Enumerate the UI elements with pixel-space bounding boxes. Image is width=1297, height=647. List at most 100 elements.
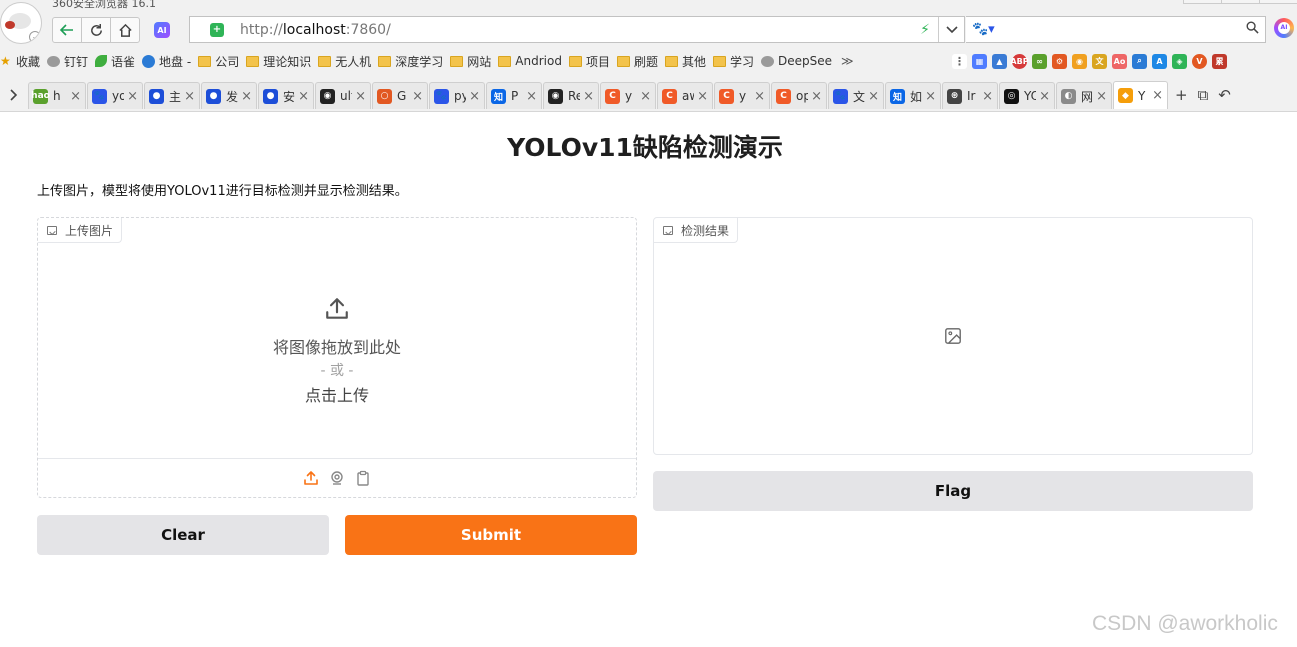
- bookmark-item[interactable]: 地盘 -: [142, 53, 191, 70]
- browser-tab[interactable]: Cy ×: [600, 82, 656, 109]
- search-icon[interactable]: [1246, 21, 1259, 38]
- webcam-source-icon[interactable]: [329, 470, 345, 486]
- ai-assistant-icon[interactable]: AI: [154, 22, 170, 38]
- search-box[interactable]: 🐾▾: [966, 16, 1266, 43]
- bookmark-item[interactable]: ★ 收藏: [0, 53, 40, 70]
- extension-eye-icon[interactable]: ◉: [1072, 53, 1087, 69]
- bookmark-item[interactable]: 其他: [664, 53, 706, 70]
- url-history-dropdown[interactable]: [938, 17, 964, 42]
- bookmark-item[interactable]: 无人机: [318, 53, 371, 70]
- close-tab-icon[interactable]: ×: [1039, 89, 1050, 104]
- extension-v-icon[interactable]: V: [1192, 53, 1207, 69]
- upload-source-icon[interactable]: [303, 470, 319, 486]
- clear-button[interactable]: Clear: [37, 515, 329, 555]
- address-bar[interactable]: + http://localhost:7860/ ⚡: [189, 16, 965, 43]
- back-button[interactable]: [52, 17, 82, 43]
- close-tab-icon[interactable]: ×: [526, 89, 537, 104]
- close-tab-icon[interactable]: ×: [412, 89, 423, 104]
- browser-tab[interactable]: ● 发 ×: [201, 82, 257, 109]
- close-tab-icon[interactable]: ×: [241, 89, 252, 104]
- bookmark-item[interactable]: Andriod: [498, 54, 562, 68]
- extension-shield-icon[interactable]: ◈: [1172, 53, 1187, 69]
- bookmark-item[interactable]: 公司: [198, 53, 239, 70]
- browser-tab[interactable]: 知如 ×: [885, 82, 941, 109]
- close-window-button[interactable]: [1259, 0, 1297, 4]
- close-tab-icon[interactable]: ×: [697, 89, 708, 104]
- speed-mode-icon[interactable]: ⚡: [912, 22, 938, 38]
- browser-tab[interactable]: ◉ ult×: [315, 82, 371, 109]
- browser-tab[interactable]: ◉ Re×: [543, 82, 599, 109]
- restore-window-icon[interactable]: ⧉: [1198, 86, 1209, 104]
- image-drop-zone[interactable]: 将图像拖放到此处 - 或 - 点击上传: [38, 243, 636, 458]
- close-tab-icon[interactable]: ×: [811, 89, 822, 104]
- reload-button[interactable]: [81, 17, 111, 43]
- submit-button[interactable]: Submit: [345, 515, 637, 555]
- extension-ai-icon[interactable]: A: [1152, 53, 1167, 69]
- browser-tab[interactable]: 🐾 pyt×: [429, 82, 485, 109]
- user-avatar[interactable]: ⌄: [0, 2, 42, 44]
- extension-gear-icon[interactable]: ⚙: [1052, 53, 1067, 69]
- click-to-upload-text[interactable]: 点击上传: [305, 382, 369, 406]
- adblock-icon[interactable]: ABP: [1010, 53, 1029, 69]
- browser-ai-icon[interactable]: AI: [1274, 18, 1294, 38]
- browser-tab[interactable]: ◎ YO×: [999, 82, 1055, 109]
- close-tab-icon[interactable]: ×: [298, 89, 309, 104]
- browser-tab[interactable]: ● 安 ×: [258, 82, 314, 109]
- browser-tab[interactable]: Caw×: [657, 82, 713, 109]
- browser-tab[interactable]: Cy ×: [714, 82, 770, 109]
- bookmarks-overflow-button[interactable]: ≫: [841, 54, 854, 68]
- extension-pdf-icon[interactable]: Ao: [1112, 53, 1127, 69]
- browser-tab[interactable]: ⊛ Ir ×: [942, 82, 998, 109]
- bookmark-item[interactable]: 语雀: [95, 53, 135, 70]
- browser-tab[interactable]: 🐾 yol×: [87, 82, 143, 109]
- more-vertical-icon[interactable]: ⋮: [952, 53, 967, 69]
- bookmark-item[interactable]: DeepSee: [761, 54, 832, 68]
- bookmark-item[interactable]: 钉钉: [47, 53, 88, 70]
- close-tab-icon[interactable]: ×: [184, 89, 195, 104]
- browser-tab[interactable]: 知 P ×: [486, 82, 542, 109]
- browser-tab[interactable]: ○ G ×: [372, 82, 428, 109]
- extension-red-icon[interactable]: 累: [1212, 53, 1227, 69]
- bookmark-item[interactable]: 深度学习: [378, 53, 443, 70]
- close-tab-icon[interactable]: ×: [925, 89, 936, 104]
- close-tab-icon[interactable]: ×: [583, 89, 594, 104]
- extension-drive-icon[interactable]: ▲: [992, 53, 1007, 69]
- flag-button[interactable]: Flag: [653, 471, 1253, 511]
- bookmark-item[interactable]: 理论知识: [246, 53, 311, 70]
- bookmark-item[interactable]: 学习: [713, 53, 754, 70]
- maximize-button[interactable]: [1221, 0, 1259, 4]
- close-tab-icon[interactable]: ×: [1152, 88, 1163, 103]
- home-button[interactable]: [110, 17, 140, 43]
- apps-grid-icon[interactable]: ▦: [972, 53, 987, 69]
- undo-close-tab-icon[interactable]: ↶: [1218, 86, 1231, 104]
- url-text[interactable]: http://localhost:7860/: [240, 22, 391, 38]
- close-tab-icon[interactable]: ×: [469, 89, 480, 104]
- new-tab-button[interactable]: +: [1175, 86, 1188, 104]
- close-tab-icon[interactable]: ×: [127, 89, 138, 104]
- clipboard-source-icon[interactable]: [355, 470, 371, 486]
- security-shield-icon[interactable]: +: [210, 22, 224, 37]
- browser-tab[interactable]: hao h ×: [28, 82, 86, 109]
- browser-tab[interactable]: Cop×: [771, 82, 827, 109]
- close-tab-icon[interactable]: ×: [70, 89, 81, 104]
- close-tab-icon[interactable]: ×: [982, 89, 993, 104]
- close-tab-icon[interactable]: ×: [754, 89, 765, 104]
- extension-translate-icon[interactable]: 文: [1092, 53, 1107, 69]
- close-tab-icon[interactable]: ×: [868, 89, 879, 104]
- bookmark-item[interactable]: 网站: [450, 53, 491, 70]
- minimize-button[interactable]: [1183, 0, 1221, 4]
- bookmark-item[interactable]: 项目: [568, 53, 610, 70]
- close-tab-icon[interactable]: ×: [1096, 89, 1107, 104]
- close-tab-icon[interactable]: ×: [355, 89, 366, 104]
- browser-tab[interactable]: 🐾 文 ×: [828, 82, 884, 109]
- tab-active[interactable]: ◆ Y ×: [1113, 81, 1168, 109]
- browser-tab[interactable]: ◐ 网 ×: [1056, 82, 1112, 109]
- extension-link-icon[interactable]: ∞: [1032, 53, 1047, 69]
- bookmark-item[interactable]: 刷题: [616, 53, 658, 70]
- browser-tab[interactable]: ● 主 ×: [144, 82, 200, 109]
- chevron-right-icon: [10, 89, 18, 101]
- tab-list-toggle[interactable]: [0, 81, 28, 109]
- extension-zoom-icon[interactable]: ⌕: [1132, 53, 1147, 69]
- close-tab-icon[interactable]: ×: [640, 89, 651, 104]
- baidu-icon[interactable]: 🐾▾: [972, 22, 995, 37]
